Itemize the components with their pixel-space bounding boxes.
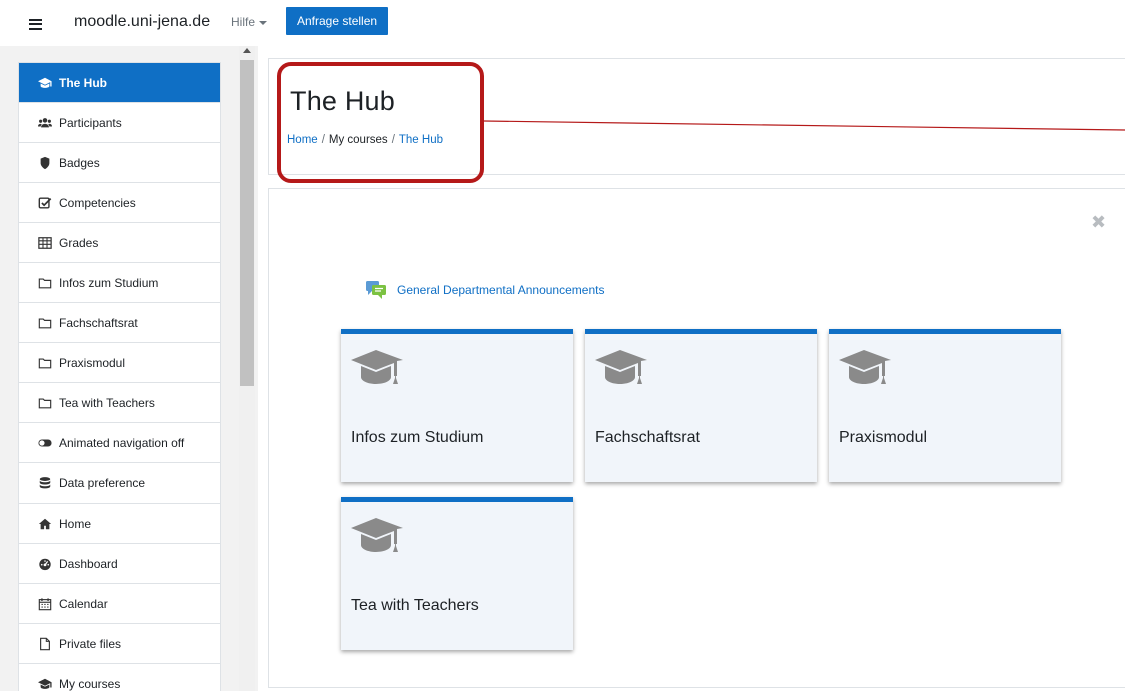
folder-icon [38, 356, 52, 370]
toggle-icon [38, 436, 52, 450]
file-icon [38, 637, 52, 651]
sidebar-item-data-preference[interactable]: Data preference [19, 463, 220, 503]
course-nav-group: The Hub Participants Badges Competencies… [18, 62, 221, 504]
breadcrumb: Home / My courses / The Hub [287, 134, 443, 146]
forum-link-announcements[interactable]: General Departmental Announcements [365, 280, 604, 300]
sidebar-item-badges[interactable]: Badges [19, 143, 220, 183]
menu-toggle-button[interactable] [18, 10, 52, 38]
close-icon[interactable]: ✖ [1091, 212, 1106, 233]
sidebar-item-label: Calendar [59, 596, 108, 611]
sidebar-item-the-hub[interactable]: The Hub [19, 63, 220, 103]
course-tile-praxismodul[interactable]: Praxismodul [829, 329, 1061, 482]
sidebar-item-label: Participants [59, 115, 122, 130]
shield-icon [38, 156, 52, 170]
course-tile-infos-zum-studium[interactable]: Infos zum Studium [341, 329, 573, 482]
sidebar-item-my-courses[interactable]: My courses [19, 664, 220, 691]
page-title: The Hub [290, 86, 395, 116]
site-nav-group: Home Dashboard Calendar Private files My… [18, 503, 221, 691]
sidebar-item-label: Grades [59, 235, 99, 250]
sidebar-item-label: Infos zum Studium [59, 275, 159, 290]
folder-icon [38, 316, 52, 330]
sidebar-item-private-files[interactable]: Private files [19, 624, 220, 664]
sidebar-item-label: Badges [59, 155, 100, 170]
breadcrumb-home[interactable]: Home [287, 134, 318, 146]
top-navbar: moodle.uni-jena.de Hilfe Anfrage stellen [0, 0, 1125, 46]
graduation-cap-icon [38, 677, 52, 691]
forum-link-label: General Departmental Announcements [397, 283, 605, 297]
sidebar-item-tea-with-teachers[interactable]: Tea with Teachers [19, 383, 220, 423]
sidebar-item-grades[interactable]: Grades [19, 223, 220, 263]
scroll-up-arrow-icon[interactable] [243, 48, 251, 53]
dashboard-icon [38, 557, 52, 571]
tile-title: Tea with Teachers [351, 597, 479, 614]
sidebar-item-label: Praxismodul [59, 355, 126, 370]
course-tile-tea-with-teachers[interactable]: Tea with Teachers [341, 497, 573, 650]
check-square-icon [38, 196, 52, 210]
sidebar-item-label: Home [59, 516, 92, 531]
tile-title: Praxismodul [839, 429, 928, 446]
database-icon [38, 476, 52, 490]
graduation-cap-icon [595, 350, 647, 384]
forum-icon [365, 280, 387, 300]
site-brand-link[interactable]: moodle.uni-jena.de [74, 13, 210, 31]
hamburger-icon [28, 18, 42, 30]
sidebar-item-label: Data preference [59, 476, 146, 490]
sidebar-item-label: Tea with Teachers [59, 395, 155, 410]
calendar-icon [38, 597, 52, 611]
help-label: Hilfe [231, 15, 256, 29]
folder-icon [38, 276, 52, 290]
help-dropdown[interactable]: Hilfe [231, 15, 268, 29]
tile-title: Infos zum Studium [351, 429, 484, 446]
sidebar-item-label: Fachschaftsrat [59, 315, 138, 330]
sidebar-item-calendar[interactable]: Calendar [19, 584, 220, 624]
graduation-cap-icon [351, 350, 403, 384]
sidebar-item-dashboard[interactable]: Dashboard [19, 544, 220, 584]
breadcrumb-separator: / [321, 134, 325, 146]
sidebar-item-home[interactable]: Home [19, 504, 220, 544]
sidebar-scroll-thumb[interactable] [240, 60, 254, 386]
sidebar-item-label: The Hub [59, 75, 107, 90]
course-tile-fachschaftsrat[interactable]: Fachschaftsrat [585, 329, 817, 482]
sidebar-item-label: Private files [59, 636, 122, 651]
breadcrumb-my-courses: My courses [328, 134, 388, 146]
users-icon [38, 116, 52, 130]
page-header [268, 58, 1125, 175]
breadcrumb-separator: / [391, 134, 395, 146]
sidebar-item-animated-navigation[interactable]: Animated navigation off [19, 423, 220, 463]
folder-icon [38, 396, 52, 410]
sidebar-item-label: Dashboard [59, 556, 118, 571]
sidebar-item-label: Animated navigation off [59, 435, 185, 450]
caret-down-icon [259, 20, 268, 25]
sidebar-item-infos-zum-studium[interactable]: Infos zum Studium [19, 263, 220, 303]
breadcrumb-the-hub[interactable]: The Hub [399, 134, 443, 146]
tile-title: Fachschaftsrat [595, 429, 700, 446]
sidebar-item-praxismodul[interactable]: Praxismodul [19, 343, 220, 383]
sidebar-item-label: My courses [59, 677, 121, 691]
request-button[interactable]: Anfrage stellen [286, 7, 389, 35]
sidebar-item-label: Competencies [59, 195, 136, 210]
graduation-cap-icon [839, 350, 891, 384]
sidebar-item-fachschaftsrat[interactable]: Fachschaftsrat [19, 303, 220, 343]
table-icon [38, 236, 52, 250]
sidebar-item-participants[interactable]: Participants [19, 103, 220, 143]
home-icon [38, 517, 52, 531]
sidebar-item-competencies[interactable]: Competencies [19, 183, 220, 223]
graduation-cap-icon [38, 76, 52, 90]
graduation-cap-icon [351, 518, 403, 552]
